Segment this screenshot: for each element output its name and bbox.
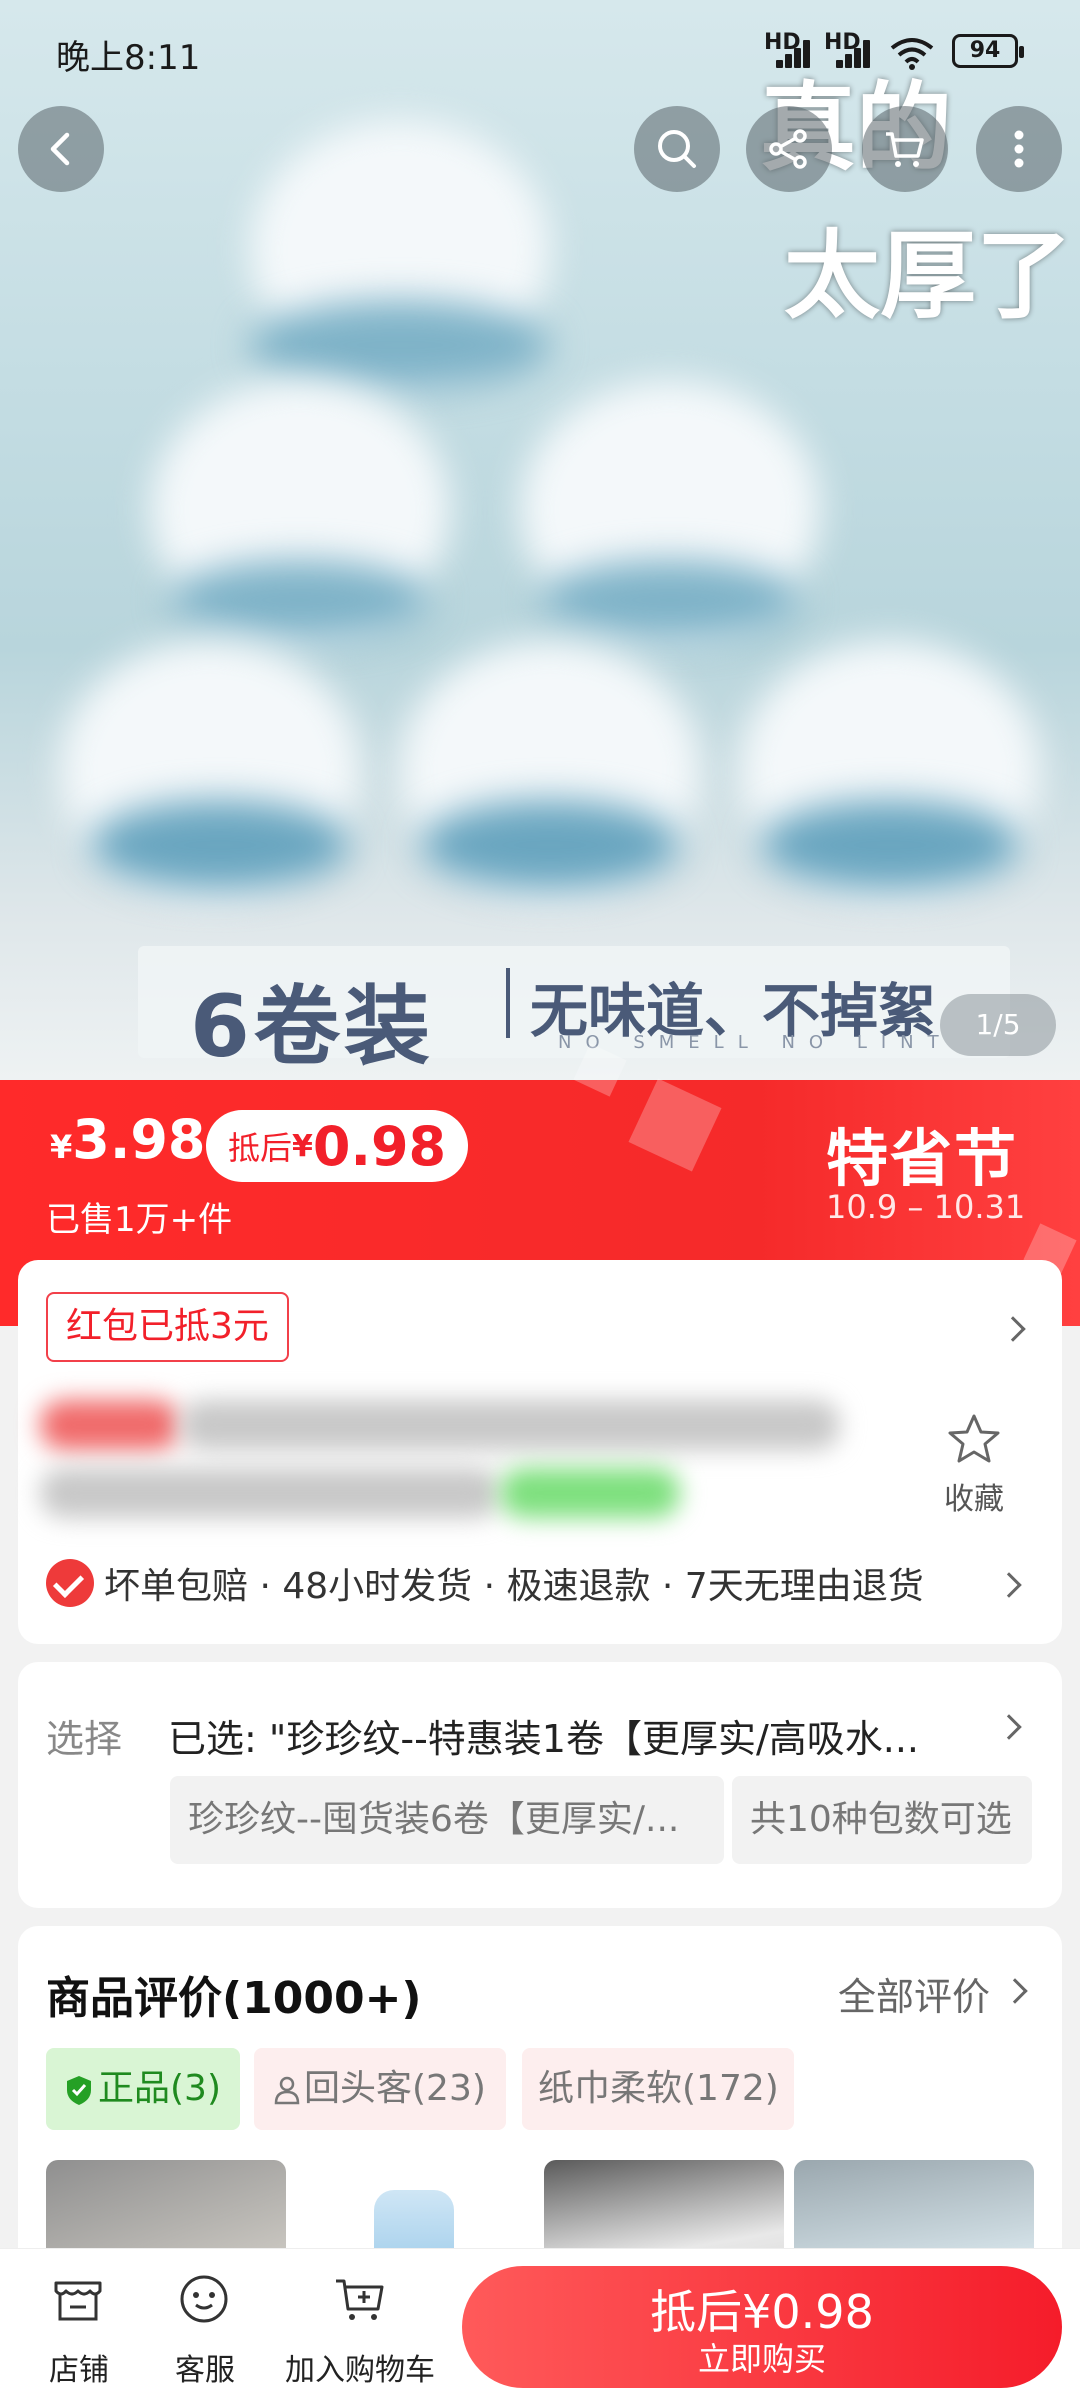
red-packet-tag[interactable]: 红包已抵3元 — [46, 1292, 289, 1362]
price-currency: ¥ — [50, 1128, 73, 1166]
buy-now-button[interactable]: 抵后¥0.98 立即购买 — [462, 2266, 1062, 2388]
status-bar: 晚上8:11 HD HD 94 — [0, 0, 1080, 100]
share-button[interactable] — [746, 106, 832, 192]
sold-count: 已售1万+件 — [46, 1200, 233, 1240]
star-icon[interactable] — [944, 1410, 1004, 1470]
current-price: ¥3.98 — [50, 1108, 206, 1171]
sku-option[interactable]: 珍珍纹--囤货装6卷【更厚实/... — [170, 1776, 724, 1864]
wifi-icon — [890, 38, 934, 70]
festival-dates: 10.9 – 10.31 — [826, 1188, 1026, 1226]
cart-top-button[interactable] — [862, 106, 948, 192]
selection-label: 选择 — [46, 1717, 123, 1761]
person-icon — [274, 2076, 300, 2105]
after-discount-price: 抵后 ¥0.98 — [206, 1110, 469, 1182]
service-guarantee[interactable]: 坏单包赔 · 48小时发货 · 极速退款 · 7天无理由退货 — [46, 1558, 924, 1608]
review-tag-label: 正品(3) — [98, 2068, 221, 2109]
back-arrow-icon — [50, 132, 70, 166]
favorite-label[interactable]: 收藏 — [944, 1474, 1004, 1518]
buy-now-label: 立即购买 — [697, 2340, 826, 2378]
status-time: 晚上8:11 — [56, 38, 201, 78]
review-tag-label: 回头客(23) — [304, 2068, 486, 2109]
shop-icon[interactable] — [50, 2271, 106, 2327]
shield-check-icon — [67, 2076, 91, 2105]
image-pager: 1/5 — [940, 994, 1056, 1056]
cart-icon — [886, 132, 924, 167]
all-reviews-link[interactable]: 全部评价 — [838, 1966, 990, 2021]
banner-title: 6卷装 — [190, 977, 434, 1077]
share-icon — [769, 129, 807, 169]
signal-icon-1 — [770, 40, 814, 68]
banner-divider — [506, 968, 510, 1038]
product-banner: 6卷装 无味道、不掉絮 NO SMELL NO LINT — [138, 946, 1010, 1077]
add-cart-icon[interactable] — [332, 2271, 388, 2327]
blurred-title-tag — [40, 1400, 180, 1450]
review-tag-genuine[interactable]: 正品(3) — [46, 2048, 240, 2130]
review-tag-soft[interactable]: 纸巾柔软(172) — [522, 2048, 794, 2130]
price-amount: 3.98 — [72, 1108, 206, 1171]
festival-title: 特省节 — [826, 1122, 1019, 1195]
after-discount-currency: ¥ — [292, 1128, 313, 1164]
after-discount-label: 抵后 — [228, 1129, 293, 1167]
search-button[interactable] — [634, 106, 720, 192]
more-vertical-icon — [1014, 130, 1024, 168]
blurred-title-badge — [500, 1468, 680, 1518]
reviews-title: 商品评价(1000+) — [46, 1973, 422, 2024]
search-icon — [658, 130, 696, 168]
buy-price-label: 抵后¥0.98 — [650, 2285, 874, 2339]
blurred-title-line1 — [180, 1400, 840, 1450]
shop-label[interactable]: 店铺 — [40, 2345, 118, 2389]
sku-count-option[interactable]: 共10种包数可选 — [732, 1776, 1032, 1864]
review-tag-returning[interactable]: 回头客(23) — [254, 2048, 506, 2130]
blurred-title-line2 — [40, 1468, 500, 1518]
overlay-text-line2: 太厚了 — [784, 220, 1072, 332]
selected-sku[interactable]: 已选: "珍珍纹--特惠装1卷【更厚实/高吸水... — [168, 1708, 968, 1763]
customer-service-icon[interactable] — [176, 2271, 232, 2327]
add-cart-label[interactable]: 加入购物车 — [280, 2345, 440, 2389]
more-button[interactable] — [976, 106, 1062, 192]
guarantee-check-icon — [46, 1559, 94, 1607]
battery-icon: 94 — [952, 34, 1024, 68]
service-label[interactable]: 客服 — [166, 2345, 244, 2389]
guarantee-text: 坏单包赔 · 48小时发货 · 极速退款 · 7天无理由退货 — [104, 1566, 924, 1607]
signal-icon-2 — [830, 40, 874, 68]
banner-caption: NO SMELL NO LINT — [558, 1032, 953, 1053]
after-discount-amount: 0.98 — [312, 1114, 447, 1178]
back-button[interactable] — [18, 106, 104, 192]
